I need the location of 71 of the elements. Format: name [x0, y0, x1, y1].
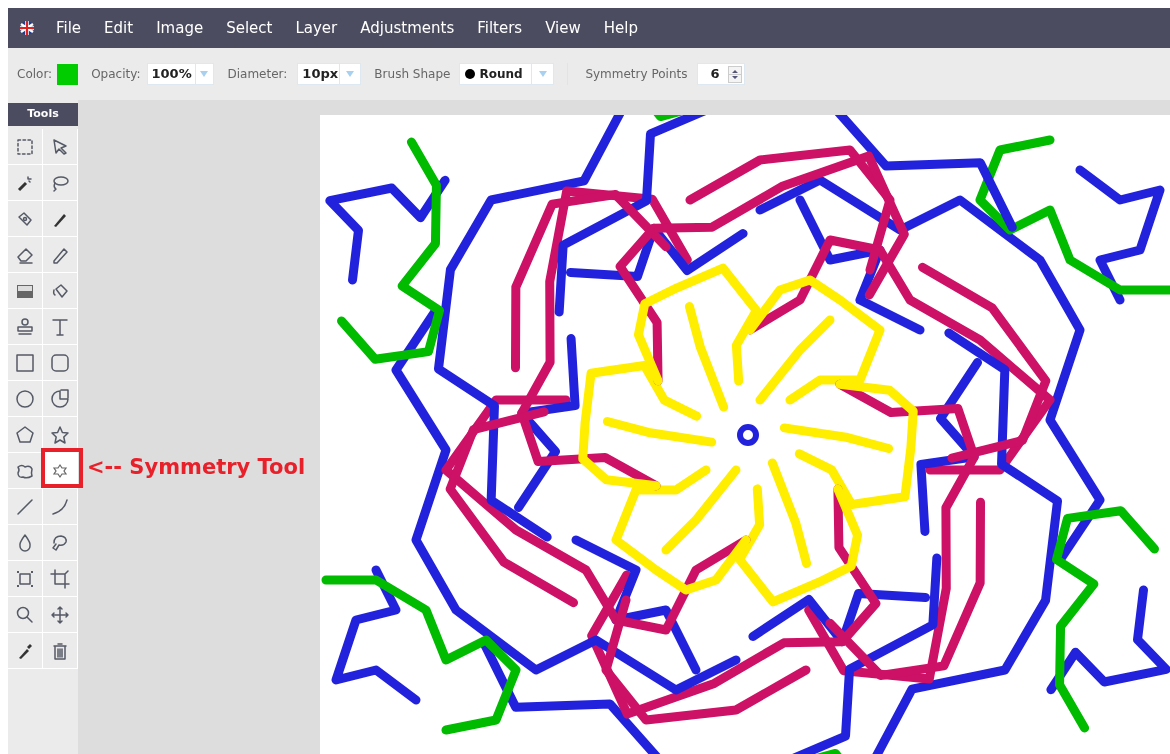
tool-button[interactable] — [43, 237, 78, 273]
menu-item[interactable]: View — [545, 16, 581, 40]
tool-button[interactable] — [43, 597, 78, 633]
menu-item[interactable]: Filters — [477, 16, 523, 40]
dropdown-arrow-icon — [200, 71, 208, 77]
zoom-icon — [15, 604, 35, 625]
opacity-label: Opacity: — [91, 66, 141, 83]
dropdown-arrow-icon — [346, 71, 355, 77]
tool-button[interactable] — [8, 381, 43, 417]
tool-button[interactable] — [43, 381, 78, 417]
pentagon-icon — [15, 424, 35, 445]
opacity-dropdown[interactable]: 100% — [146, 63, 214, 85]
move-icon — [50, 604, 70, 625]
diameter-dropdown[interactable]: 10px — [297, 63, 362, 85]
tool-button[interactable] — [43, 561, 78, 597]
tools-panel-title: Tools — [8, 103, 78, 126]
spinner-arrows-icon — [728, 65, 743, 83]
symmetry-points-label: Symmetry Points — [585, 66, 688, 83]
round-dot-icon — [465, 69, 476, 79]
tool-button[interactable] — [43, 633, 78, 669]
transform-icon — [15, 568, 35, 589]
menu-item[interactable]: Help — [603, 16, 638, 40]
flag-icon[interactable] — [20, 21, 34, 35]
tool-button[interactable] — [8, 165, 43, 201]
pointer-icon — [50, 136, 70, 157]
smudge-icon — [50, 532, 70, 553]
menu-item[interactable]: Layer — [295, 16, 338, 40]
line-icon — [15, 496, 35, 517]
stamp-icon — [15, 316, 35, 337]
rect-icon — [15, 352, 35, 373]
tool-button[interactable] — [8, 561, 43, 597]
brush-shape-label: Brush Shape — [374, 66, 451, 83]
symmetry-points-spinner[interactable]: 6 — [697, 63, 746, 85]
tool-button[interactable] — [8, 273, 43, 309]
menu-item[interactable]: Edit — [104, 16, 134, 40]
crop-icon — [50, 568, 70, 589]
tool-button[interactable] — [43, 129, 78, 165]
tool-button[interactable] — [8, 345, 43, 381]
tool-button[interactable] — [43, 165, 78, 201]
tool-button[interactable] — [43, 309, 78, 345]
tool-button[interactable] — [8, 129, 43, 165]
tool-button[interactable] — [43, 525, 78, 561]
tool-button[interactable] — [8, 237, 43, 273]
tool-button[interactable] — [8, 525, 43, 561]
menu-item[interactable]: Select — [226, 16, 273, 40]
pie-icon — [50, 388, 70, 409]
text-icon — [50, 316, 70, 337]
tool-button[interactable] — [8, 309, 43, 345]
roundrect-icon — [50, 352, 70, 373]
brush-shape-dropdown[interactable]: Round — [459, 63, 555, 85]
trash-icon — [50, 640, 70, 661]
diameter-label: Diameter: — [227, 66, 288, 83]
annotation-text: <-- Symmetry Tool — [87, 454, 306, 482]
color-swatch[interactable] — [57, 63, 79, 85]
tool-button[interactable] — [8, 201, 43, 237]
curve-icon — [50, 496, 70, 517]
dropdown-arrow-icon — [538, 71, 547, 77]
tool-button[interactable] — [8, 597, 43, 633]
menu-item[interactable]: Adjustments — [360, 16, 455, 40]
highlight-frame — [41, 448, 83, 488]
tool-button[interactable] — [43, 345, 78, 381]
menu-item[interactable]: File — [56, 16, 82, 40]
color-label: Color: — [17, 66, 53, 83]
tool-button[interactable] — [8, 633, 43, 669]
marquee-icon — [15, 136, 35, 157]
star-icon — [50, 424, 70, 445]
tool-button[interactable] — [43, 273, 78, 309]
tool-button[interactable] — [8, 417, 43, 453]
menu-item[interactable]: Image — [156, 16, 204, 40]
circle-icon — [15, 388, 35, 409]
tool-button[interactable] — [43, 201, 78, 237]
